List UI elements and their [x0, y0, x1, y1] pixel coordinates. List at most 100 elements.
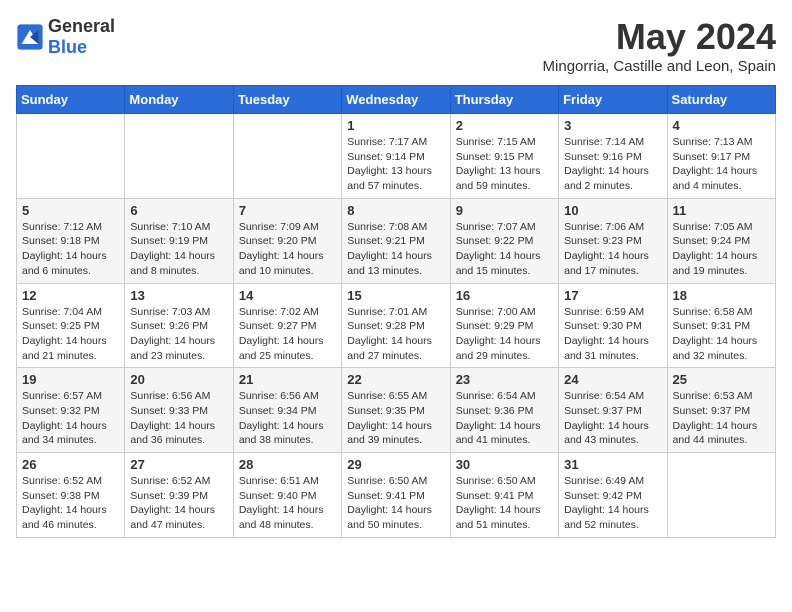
day-number: 26: [22, 457, 119, 472]
calendar-cell: 6 Sunrise: 7:10 AMSunset: 9:19 PMDaylight…: [125, 198, 233, 283]
calendar-cell: 29 Sunrise: 6:50 AMSunset: 9:41 PMDayligh…: [342, 453, 450, 538]
day-number: 15: [347, 288, 444, 303]
calendar-cell: 21 Sunrise: 6:56 AMSunset: 9:34 PMDayligh…: [233, 368, 341, 453]
calendar-week-4: 19 Sunrise: 6:57 AMSunset: 9:32 PMDayligh…: [17, 368, 776, 453]
day-info: Sunrise: 7:05 AMSunset: 9:24 PMDaylight:…: [673, 220, 770, 279]
logo-blue: Blue: [48, 37, 87, 57]
calendar-cell: [17, 114, 125, 199]
day-info: Sunrise: 6:56 AMSunset: 9:34 PMDaylight:…: [239, 389, 336, 448]
calendar-cell: 22Sunrise: 6:55 AMSunset: 9:35 PMDayligh…: [342, 368, 450, 453]
day-number: 16: [456, 288, 553, 303]
calendar-cell: [233, 114, 341, 199]
day-number: 8: [347, 203, 444, 218]
weekday-header-thursday: Thursday: [450, 86, 558, 114]
calendar-cell: 3 Sunrise: 7:14 AMSunset: 9:16 PMDaylight…: [559, 114, 667, 199]
calendar-cell: 14Sunrise: 7:02 AMSunset: 9:27 PMDayligh…: [233, 283, 341, 368]
day-number: 6: [130, 203, 227, 218]
day-info: Sunrise: 6:50 AMSunset: 9:41 PMDaylight:…: [347, 474, 444, 533]
day-number: 2: [456, 118, 553, 133]
day-number: 29: [347, 457, 444, 472]
day-info: Sunrise: 7:02 AMSunset: 9:27 PMDaylight:…: [239, 305, 336, 364]
calendar-week-3: 12Sunrise: 7:04 AMSunset: 9:25 PMDayligh…: [17, 283, 776, 368]
day-number: 18: [673, 288, 770, 303]
day-info: Sunrise: 7:15 AMSunset: 9:15 PMDaylight:…: [456, 135, 553, 194]
day-info: Sunrise: 7:07 AMSunset: 9:22 PMDaylight:…: [456, 220, 553, 279]
calendar-cell: 20Sunrise: 6:56 AMSunset: 9:33 PMDayligh…: [125, 368, 233, 453]
day-info: Sunrise: 7:09 AMSunset: 9:20 PMDaylight:…: [239, 220, 336, 279]
day-number: 31: [564, 457, 661, 472]
day-info: Sunrise: 7:10 AMSunset: 9:19 PMDaylight:…: [130, 220, 227, 279]
weekday-header-sunday: Sunday: [17, 86, 125, 114]
calendar-cell: 16 Sunrise: 7:00 AMSunset: 9:29 PMDayligh…: [450, 283, 558, 368]
day-info: Sunrise: 6:58 AMSunset: 9:31 PMDaylight:…: [673, 305, 770, 364]
calendar-cell: 15 Sunrise: 7:01 AMSunset: 9:28 PMDayligh…: [342, 283, 450, 368]
calendar-cell: 10 Sunrise: 7:06 AMSunset: 9:23 PMDayligh…: [559, 198, 667, 283]
calendar-cell: 28 Sunrise: 6:51 AMSunset: 9:40 PMDayligh…: [233, 453, 341, 538]
day-info: Sunrise: 6:55 AMSunset: 9:35 PMDaylight:…: [347, 389, 444, 448]
calendar-cell: 8 Sunrise: 7:08 AMSunset: 9:21 PMDaylight…: [342, 198, 450, 283]
day-number: 13: [130, 288, 227, 303]
location-title: Mingorria, Castille and Leon, Spain: [543, 58, 776, 75]
day-info: Sunrise: 7:12 AMSunset: 9:18 PMDaylight:…: [22, 220, 119, 279]
calendar-cell: 12Sunrise: 7:04 AMSunset: 9:25 PMDayligh…: [17, 283, 125, 368]
day-info: Sunrise: 7:00 AMSunset: 9:29 PMDaylight:…: [456, 305, 553, 364]
calendar-cell: 2 Sunrise: 7:15 AMSunset: 9:15 PMDaylight…: [450, 114, 558, 199]
calendar-cell: 4 Sunrise: 7:13 AMSunset: 9:17 PMDaylight…: [667, 114, 775, 199]
day-info: Sunrise: 6:51 AMSunset: 9:40 PMDaylight:…: [239, 474, 336, 533]
calendar-cell: 27Sunrise: 6:52 AMSunset: 9:39 PMDayligh…: [125, 453, 233, 538]
calendar-table: SundayMondayTuesdayWednesdayThursdayFrid…: [16, 85, 776, 538]
day-info: Sunrise: 7:08 AMSunset: 9:21 PMDaylight:…: [347, 220, 444, 279]
calendar-week-2: 5 Sunrise: 7:12 AMSunset: 9:18 PMDaylight…: [17, 198, 776, 283]
day-number: 11: [673, 203, 770, 218]
logo-general: General: [48, 16, 115, 36]
logo-icon: [16, 23, 44, 51]
day-number: 7: [239, 203, 336, 218]
weekday-header-monday: Monday: [125, 86, 233, 114]
day-info: Sunrise: 6:56 AMSunset: 9:33 PMDaylight:…: [130, 389, 227, 448]
day-info: Sunrise: 7:01 AMSunset: 9:28 PMDaylight:…: [347, 305, 444, 364]
page-header: General Blue May 2024 Mingorria, Castill…: [16, 16, 776, 75]
day-number: 17: [564, 288, 661, 303]
calendar-cell: 9Sunrise: 7:07 AMSunset: 9:22 PMDaylight…: [450, 198, 558, 283]
day-number: 21: [239, 372, 336, 387]
day-info: Sunrise: 6:54 AMSunset: 9:37 PMDaylight:…: [564, 389, 661, 448]
calendar-cell: 11 Sunrise: 7:05 AMSunset: 9:24 PMDayligh…: [667, 198, 775, 283]
day-number: 28: [239, 457, 336, 472]
calendar-cell: 19 Sunrise: 6:57 AMSunset: 9:32 PMDayligh…: [17, 368, 125, 453]
day-info: Sunrise: 6:49 AMSunset: 9:42 PMDaylight:…: [564, 474, 661, 533]
day-info: Sunrise: 7:17 AMSunset: 9:14 PMDaylight:…: [347, 135, 444, 194]
day-number: 3: [564, 118, 661, 133]
weekday-header-row: SundayMondayTuesdayWednesdayThursdayFrid…: [17, 86, 776, 114]
calendar-cell: 26Sunrise: 6:52 AMSunset: 9:38 PMDayligh…: [17, 453, 125, 538]
weekday-header-tuesday: Tuesday: [233, 86, 341, 114]
day-info: Sunrise: 7:13 AMSunset: 9:17 PMDaylight:…: [673, 135, 770, 194]
day-number: 1: [347, 118, 444, 133]
weekday-header-friday: Friday: [559, 86, 667, 114]
calendar-cell: [667, 453, 775, 538]
day-info: Sunrise: 6:57 AMSunset: 9:32 PMDaylight:…: [22, 389, 119, 448]
logo-text: General Blue: [48, 16, 115, 58]
day-info: Sunrise: 7:04 AMSunset: 9:25 PMDaylight:…: [22, 305, 119, 364]
day-number: 24: [564, 372, 661, 387]
month-title: May 2024: [543, 16, 776, 58]
calendar-cell: 25Sunrise: 6:53 AMSunset: 9:37 PMDayligh…: [667, 368, 775, 453]
day-number: 4: [673, 118, 770, 133]
day-number: 19: [22, 372, 119, 387]
calendar-week-5: 26Sunrise: 6:52 AMSunset: 9:38 PMDayligh…: [17, 453, 776, 538]
day-info: Sunrise: 6:53 AMSunset: 9:37 PMDaylight:…: [673, 389, 770, 448]
calendar-cell: 23 Sunrise: 6:54 AMSunset: 9:36 PMDayligh…: [450, 368, 558, 453]
calendar-cell: 30Sunrise: 6:50 AMSunset: 9:41 PMDayligh…: [450, 453, 558, 538]
calendar-cell: 7 Sunrise: 7:09 AMSunset: 9:20 PMDaylight…: [233, 198, 341, 283]
day-number: 10: [564, 203, 661, 218]
day-number: 5: [22, 203, 119, 218]
day-info: Sunrise: 7:06 AMSunset: 9:23 PMDaylight:…: [564, 220, 661, 279]
day-info: Sunrise: 7:14 AMSunset: 9:16 PMDaylight:…: [564, 135, 661, 194]
calendar-cell: 5 Sunrise: 7:12 AMSunset: 9:18 PMDaylight…: [17, 198, 125, 283]
calendar-cell: 1 Sunrise: 7:17 AMSunset: 9:14 PMDaylight…: [342, 114, 450, 199]
weekday-header-wednesday: Wednesday: [342, 86, 450, 114]
title-area: May 2024 Mingorria, Castille and Leon, S…: [543, 16, 776, 75]
logo: General Blue: [16, 16, 115, 58]
calendar-cell: 24 Sunrise: 6:54 AMSunset: 9:37 PMDayligh…: [559, 368, 667, 453]
day-info: Sunrise: 6:54 AMSunset: 9:36 PMDaylight:…: [456, 389, 553, 448]
day-number: 23: [456, 372, 553, 387]
